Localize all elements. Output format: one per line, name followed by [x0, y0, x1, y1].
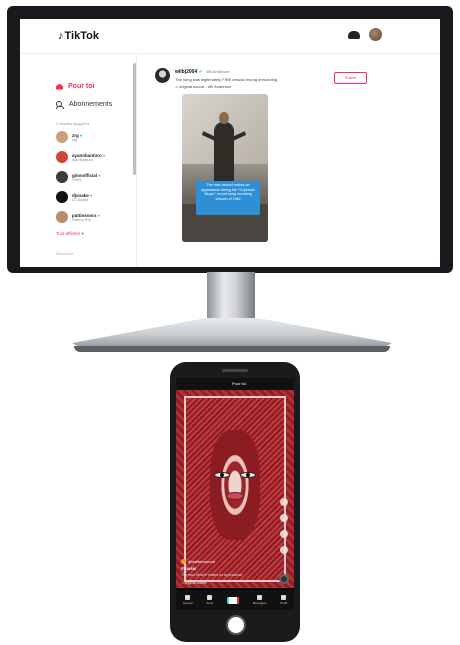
nav-inbox[interactable]: Messages [252, 595, 267, 605]
tiktok-logo[interactable]: ♪TikTok [58, 30, 99, 42]
nav-for-you-label: Pour toi [68, 83, 95, 90]
account-subname: zrg [72, 137, 78, 142]
friends-icon [207, 595, 213, 600]
home-icon [185, 595, 191, 600]
share-icon[interactable] [280, 546, 288, 554]
account-subname: Patrick Rxx [72, 217, 92, 222]
card-medallion [210, 430, 260, 540]
mobile-username: @whiteburnout [188, 559, 215, 564]
video-caption-overlay: The man himself makes an appearance duri… [196, 181, 260, 215]
web-header: ♪TikTok [20, 19, 440, 54]
video-figure [214, 122, 234, 182]
tiktok-mobile-screen: Pour toi @whiteburnout #music The man hi… [176, 378, 294, 610]
avatar [56, 171, 68, 183]
plus-icon [226, 596, 239, 604]
mobile-bottom-nav: Accueil Amis Messages Profil [176, 590, 294, 610]
post-author[interactable]: wilbj2004 ✔ Wil Anderson [175, 69, 230, 75]
monitor-stand-neck [207, 272, 255, 318]
nav-friends[interactable]: Amis [206, 595, 213, 605]
nav-for-you[interactable]: Pour toi [56, 83, 94, 90]
nav-home[interactable]: Accueil [183, 595, 193, 605]
tiktok-web-screen: ♪TikTok Pour toi Abonnements Comptes sug… [20, 19, 440, 267]
smartphone: Pour toi @whiteburnout #music The man hi… [170, 362, 300, 642]
heart-icon[interactable] [280, 498, 288, 506]
inbox-icon [257, 595, 263, 600]
video-player[interactable] [182, 94, 268, 242]
avatar [56, 191, 68, 203]
account-subname: GIMS [72, 177, 82, 182]
people-icon [56, 101, 64, 109]
suggested-accounts-label: Comptes suggérés [56, 121, 90, 126]
post-sound-link[interactable]: ♫ original sound - Wil Anderson [175, 84, 231, 89]
see-all-link[interactable]: Tout afficher ▾ [56, 231, 84, 237]
verified-icon: ✔ [198, 69, 203, 75]
mouth [226, 492, 244, 500]
nav-profile[interactable]: Profil [280, 595, 287, 605]
post-username: wilbj2004 [175, 69, 198, 75]
tab-for-you[interactable]: Pour toi [232, 381, 246, 386]
web-sidebar: Pour toi Abonnements Comptes suggérés zr… [50, 55, 137, 267]
avatar [56, 131, 68, 143]
avatar [56, 151, 68, 163]
suggested-account[interactable]: djsnake● DJ Snake [56, 191, 92, 203]
sidebar-scrollbar[interactable] [133, 63, 136, 175]
nav-inbox-label: Messages [252, 601, 267, 605]
suggested-account[interactable]: pattinsonrx● Patrick Rxx [56, 211, 100, 223]
discover-label: Découvrir [56, 251, 74, 256]
suggested-account[interactable]: gimsofficial● GIMS [56, 171, 101, 183]
post-caption: The song was legitimately FIRE #music #s… [175, 77, 278, 82]
video-figure-head [219, 112, 229, 124]
mobile-post-author[interactable]: @whiteburnout [181, 559, 215, 564]
post-handle: Wil Anderson [206, 69, 230, 74]
home-icon [56, 83, 63, 90]
action-rail [280, 498, 290, 554]
cloud-upload-icon[interactable] [348, 31, 360, 39]
avatar [56, 211, 68, 223]
mobile-post-caption: The man himself makes an appearance [181, 573, 243, 577]
mobile-topbar: Pour toi [176, 378, 294, 390]
profile-avatar[interactable] [369, 28, 382, 41]
profile-icon [281, 595, 287, 600]
mobile-sound-link[interactable]: ♫ original sound [181, 581, 206, 585]
nav-home-label: Accueil [182, 601, 193, 605]
nav-profile-label: Profil [280, 601, 288, 605]
monitor-stand-shadow [74, 346, 390, 352]
music-disc-icon[interactable] [279, 574, 289, 584]
account-subname: Ayo Banturo [72, 157, 93, 162]
post-author-avatar[interactable] [155, 68, 170, 83]
bookmark-icon[interactable] [280, 530, 288, 538]
nav-friends-label: Amis [206, 601, 214, 605]
desktop-monitor: ♪TikTok Pour toi Abonnements Comptes sug… [7, 6, 453, 273]
mobile-post-title: #music [181, 566, 197, 571]
eye-right [240, 472, 256, 478]
phone-speaker [222, 369, 248, 372]
suggested-account[interactable]: zrg● zrg [56, 131, 82, 143]
suggested-account[interactable]: ayanobanturo● Ayo Banturo [56, 151, 105, 163]
phone-home-button[interactable] [226, 615, 246, 635]
nav-following[interactable]: Abonnements [56, 101, 113, 109]
account-subname: DJ Snake [72, 197, 89, 202]
follow-button[interactable]: Suivre [334, 72, 367, 84]
eye-left [214, 472, 230, 478]
nav-following-label: Abonnements [69, 101, 113, 108]
avatar [181, 559, 186, 564]
comment-icon[interactable] [280, 514, 288, 522]
tiktok-note-icon: ♪ [58, 30, 64, 42]
nav-create[interactable] [226, 596, 239, 604]
